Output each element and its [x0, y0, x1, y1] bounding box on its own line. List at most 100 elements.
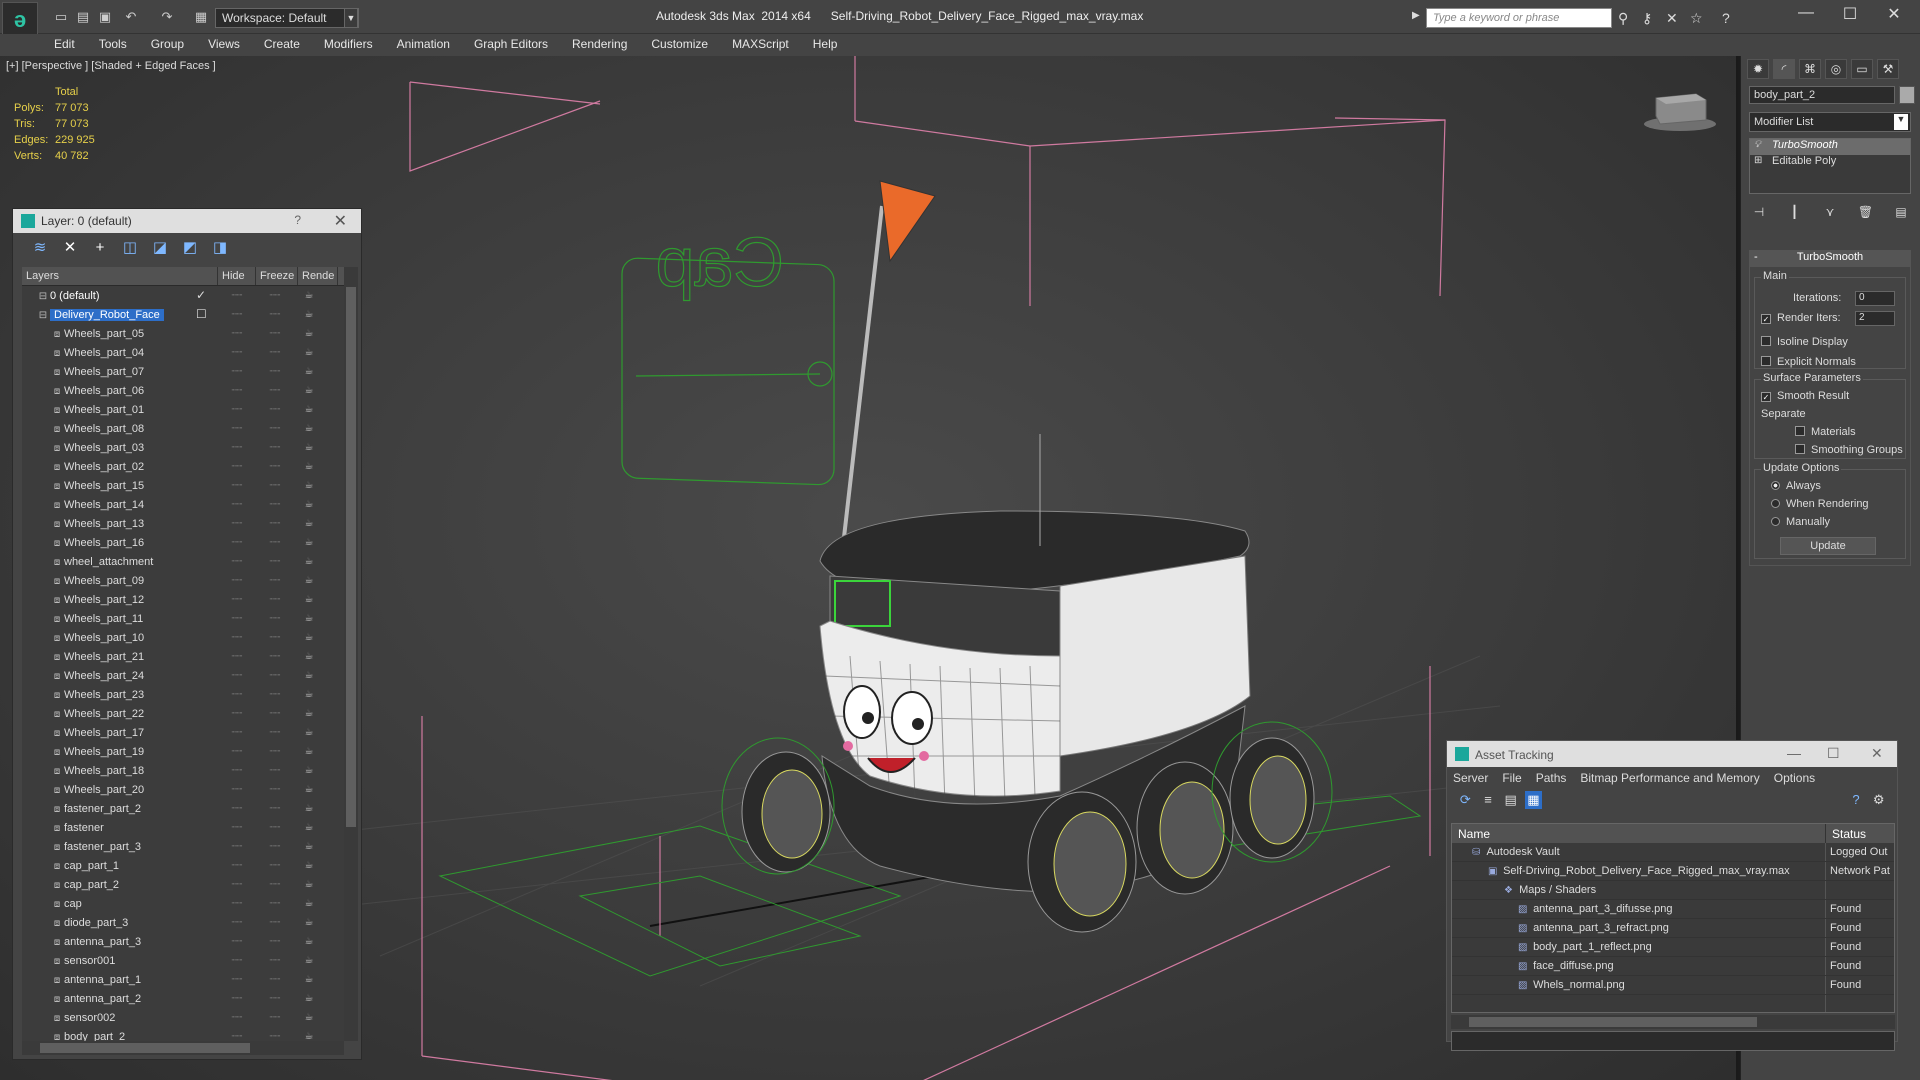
hide-toggle[interactable]: ┈┈: [218, 841, 256, 852]
scroll-thumb[interactable]: [1469, 1017, 1757, 1027]
render-teapot-icon[interactable]: ☕︎: [294, 841, 324, 852]
freeze-toggle[interactable]: ┈┈: [256, 917, 294, 928]
menu-help[interactable]: Help: [813, 34, 850, 56]
col-render[interactable]: Rende: [298, 267, 338, 285]
hide-toggle[interactable]: ┈┈: [218, 955, 256, 966]
set-current-checkbox[interactable]: ☐: [196, 307, 207, 321]
hide-toggle[interactable]: ┈┈: [218, 290, 256, 301]
freeze-toggle[interactable]: ┈┈: [256, 993, 294, 1004]
help-icon[interactable]: ?: [1848, 791, 1865, 809]
render-teapot-icon[interactable]: ☕︎: [294, 632, 324, 643]
freeze-toggle[interactable]: ┈┈: [256, 347, 294, 358]
layer-row[interactable]: ⊟ 0 (default) ┈┈ ┈┈ ☕︎ ✓: [22, 286, 344, 305]
hierarchy-tab-icon[interactable]: ⌘: [1799, 59, 1821, 79]
layer-row[interactable]: ⧈ Wheels_part_16 ┈┈ ┈┈ ☕︎: [22, 533, 344, 552]
menu-server[interactable]: Server: [1453, 771, 1488, 789]
asset-row[interactable]: ▨ antenna_part_3_difusse.png Found: [1452, 900, 1894, 919]
stack-item-editable-poly[interactable]: ⊞ Editable Poly: [1750, 155, 1910, 171]
layer-row[interactable]: ⧈ Wheels_part_06 ┈┈ ┈┈ ☕︎: [22, 381, 344, 400]
smooth-result-checkbox[interactable]: ✓: [1761, 392, 1771, 402]
freeze-toggle[interactable]: ┈┈: [256, 1012, 294, 1023]
layer-row[interactable]: ⧈ sensor001 ┈┈ ┈┈ ☕︎: [22, 951, 344, 970]
hide-toggle[interactable]: ┈┈: [218, 727, 256, 738]
render-teapot-icon[interactable]: ☕︎: [294, 955, 324, 966]
menu-graph-editors[interactable]: Graph Editors: [474, 34, 560, 56]
list-view-icon[interactable]: ≡: [1480, 791, 1497, 809]
layer-row[interactable]: ⧈ Wheels_part_21 ┈┈ ┈┈ ☕︎: [22, 647, 344, 666]
expand-icon[interactable]: ⊞: [1754, 155, 1762, 166]
isoline-checkbox[interactable]: [1761, 336, 1771, 346]
layer-row[interactable]: ⧈ fastener_part_3 ┈┈ ┈┈ ☕︎: [22, 837, 344, 856]
undo-icon[interactable]: ↶: [122, 9, 140, 25]
render-teapot-icon[interactable]: ☕︎: [294, 860, 324, 871]
layer-row[interactable]: ⧈ Wheels_part_15 ┈┈ ┈┈ ☕︎: [22, 476, 344, 495]
when-rendering-row[interactable]: When Rendering: [1771, 498, 1869, 510]
hide-toggle[interactable]: ┈┈: [218, 936, 256, 947]
render-teapot-icon[interactable]: ☕︎: [294, 461, 324, 472]
menu-rendering[interactable]: Rendering: [572, 34, 639, 56]
viewcube-icon[interactable]: [1640, 86, 1720, 136]
isoline-row[interactable]: Isoline Display: [1761, 336, 1848, 348]
render-teapot-icon[interactable]: ☕︎: [294, 727, 324, 738]
scroll-thumb[interactable]: [40, 1043, 250, 1053]
lightbulb-icon[interactable]: 💡︎: [1754, 139, 1761, 150]
layer-row[interactable]: ⧈ fastener ┈┈ ┈┈ ☕︎: [22, 818, 344, 837]
layer-row[interactable]: ⧈ fastener_part_2 ┈┈ ┈┈ ☕︎: [22, 799, 344, 818]
hide-toggle[interactable]: ┈┈: [218, 784, 256, 795]
freeze-toggle[interactable]: ┈┈: [256, 974, 294, 985]
freeze-toggle[interactable]: ┈┈: [256, 556, 294, 567]
add-selected-icon[interactable]: ◫: [119, 237, 141, 259]
menu-edit[interactable]: Edit: [54, 34, 87, 56]
hide-toggle[interactable]: ┈┈: [218, 575, 256, 586]
always-radio[interactable]: [1771, 481, 1780, 490]
hide-toggle[interactable]: ┈┈: [218, 1012, 256, 1023]
minimize-button[interactable]: —: [1787, 745, 1801, 761]
close-button[interactable]: ✕: [1871, 745, 1883, 762]
render-teapot-icon[interactable]: ☕︎: [294, 518, 324, 529]
render-teapot-icon[interactable]: ☕︎: [294, 499, 324, 510]
layer-row[interactable]: ⧈ antenna_part_2 ┈┈ ┈┈ ☕︎: [22, 989, 344, 1008]
hide-toggle[interactable]: ┈┈: [218, 974, 256, 985]
asset-row[interactable]: ▨ antenna_part_3_refract.png Found: [1452, 919, 1894, 938]
hide-toggle[interactable]: ┈┈: [218, 746, 256, 757]
layer-row[interactable]: ⊟ Delivery_Robot_Face ┈┈ ┈┈ ☕︎ ☐: [22, 305, 344, 324]
freeze-toggle[interactable]: ┈┈: [256, 689, 294, 700]
close-button[interactable]: ✕: [1874, 4, 1914, 26]
object-color-swatch[interactable]: [1899, 86, 1915, 104]
save-icon[interactable]: ▣: [96, 9, 114, 25]
render-iters-spinner[interactable]: 2: [1855, 311, 1895, 326]
render-teapot-icon[interactable]: ☕︎: [294, 936, 324, 947]
asset-horizontal-scrollbar[interactable]: [1451, 1015, 1895, 1029]
modify-tab-icon[interactable]: ◜: [1773, 59, 1795, 79]
layer-row[interactable]: ⧈ antenna_part_3 ┈┈ ┈┈ ☕︎: [22, 932, 344, 951]
freeze-toggle[interactable]: ┈┈: [256, 898, 294, 909]
col-layers[interactable]: Layers: [22, 267, 218, 285]
layer-row[interactable]: ⧈ Wheels_part_12 ┈┈ ┈┈ ☕︎: [22, 590, 344, 609]
hide-toggle[interactable]: ┈┈: [218, 385, 256, 396]
maximize-button[interactable]: ☐: [1830, 4, 1870, 26]
layer-row[interactable]: ⧈ Wheels_part_20 ┈┈ ┈┈ ☕︎: [22, 780, 344, 799]
update-button[interactable]: Update: [1780, 537, 1876, 555]
freeze-toggle[interactable]: ┈┈: [256, 404, 294, 415]
freeze-toggle[interactable]: ┈┈: [256, 575, 294, 586]
freeze-toggle[interactable]: ┈┈: [256, 499, 294, 510]
smoothing-groups-checkbox[interactable]: [1795, 444, 1805, 454]
render-teapot-icon[interactable]: ☕︎: [294, 480, 324, 491]
viewport-label[interactable]: [+] [Perspective ] [Shaded + Edged Faces…: [6, 60, 216, 72]
smoothing-groups-row[interactable]: Smoothing Groups: [1795, 444, 1903, 456]
hide-toggle[interactable]: ┈┈: [218, 423, 256, 434]
smooth-result-row[interactable]: ✓ Smooth Result: [1761, 390, 1849, 402]
hide-toggle[interactable]: ┈┈: [218, 651, 256, 662]
render-teapot-icon[interactable]: ☕︎: [294, 993, 324, 1004]
menu-customize[interactable]: Customize: [651, 34, 720, 56]
render-teapot-icon[interactable]: ☕︎: [294, 651, 324, 662]
render-teapot-icon[interactable]: ☕︎: [294, 784, 324, 795]
menu-options[interactable]: Options: [1774, 771, 1815, 789]
layer-row[interactable]: ⧈ Wheels_part_23 ┈┈ ┈┈ ☕︎: [22, 685, 344, 704]
hide-toggle[interactable]: ┈┈: [218, 594, 256, 605]
set-current-layer-icon[interactable]: ◨: [209, 237, 231, 259]
help-icon[interactable]: ?: [1722, 10, 1730, 26]
hide-toggle[interactable]: ┈┈: [218, 328, 256, 339]
render-teapot-icon[interactable]: ☕︎: [294, 689, 324, 700]
render-teapot-icon[interactable]: ☕︎: [294, 366, 324, 377]
